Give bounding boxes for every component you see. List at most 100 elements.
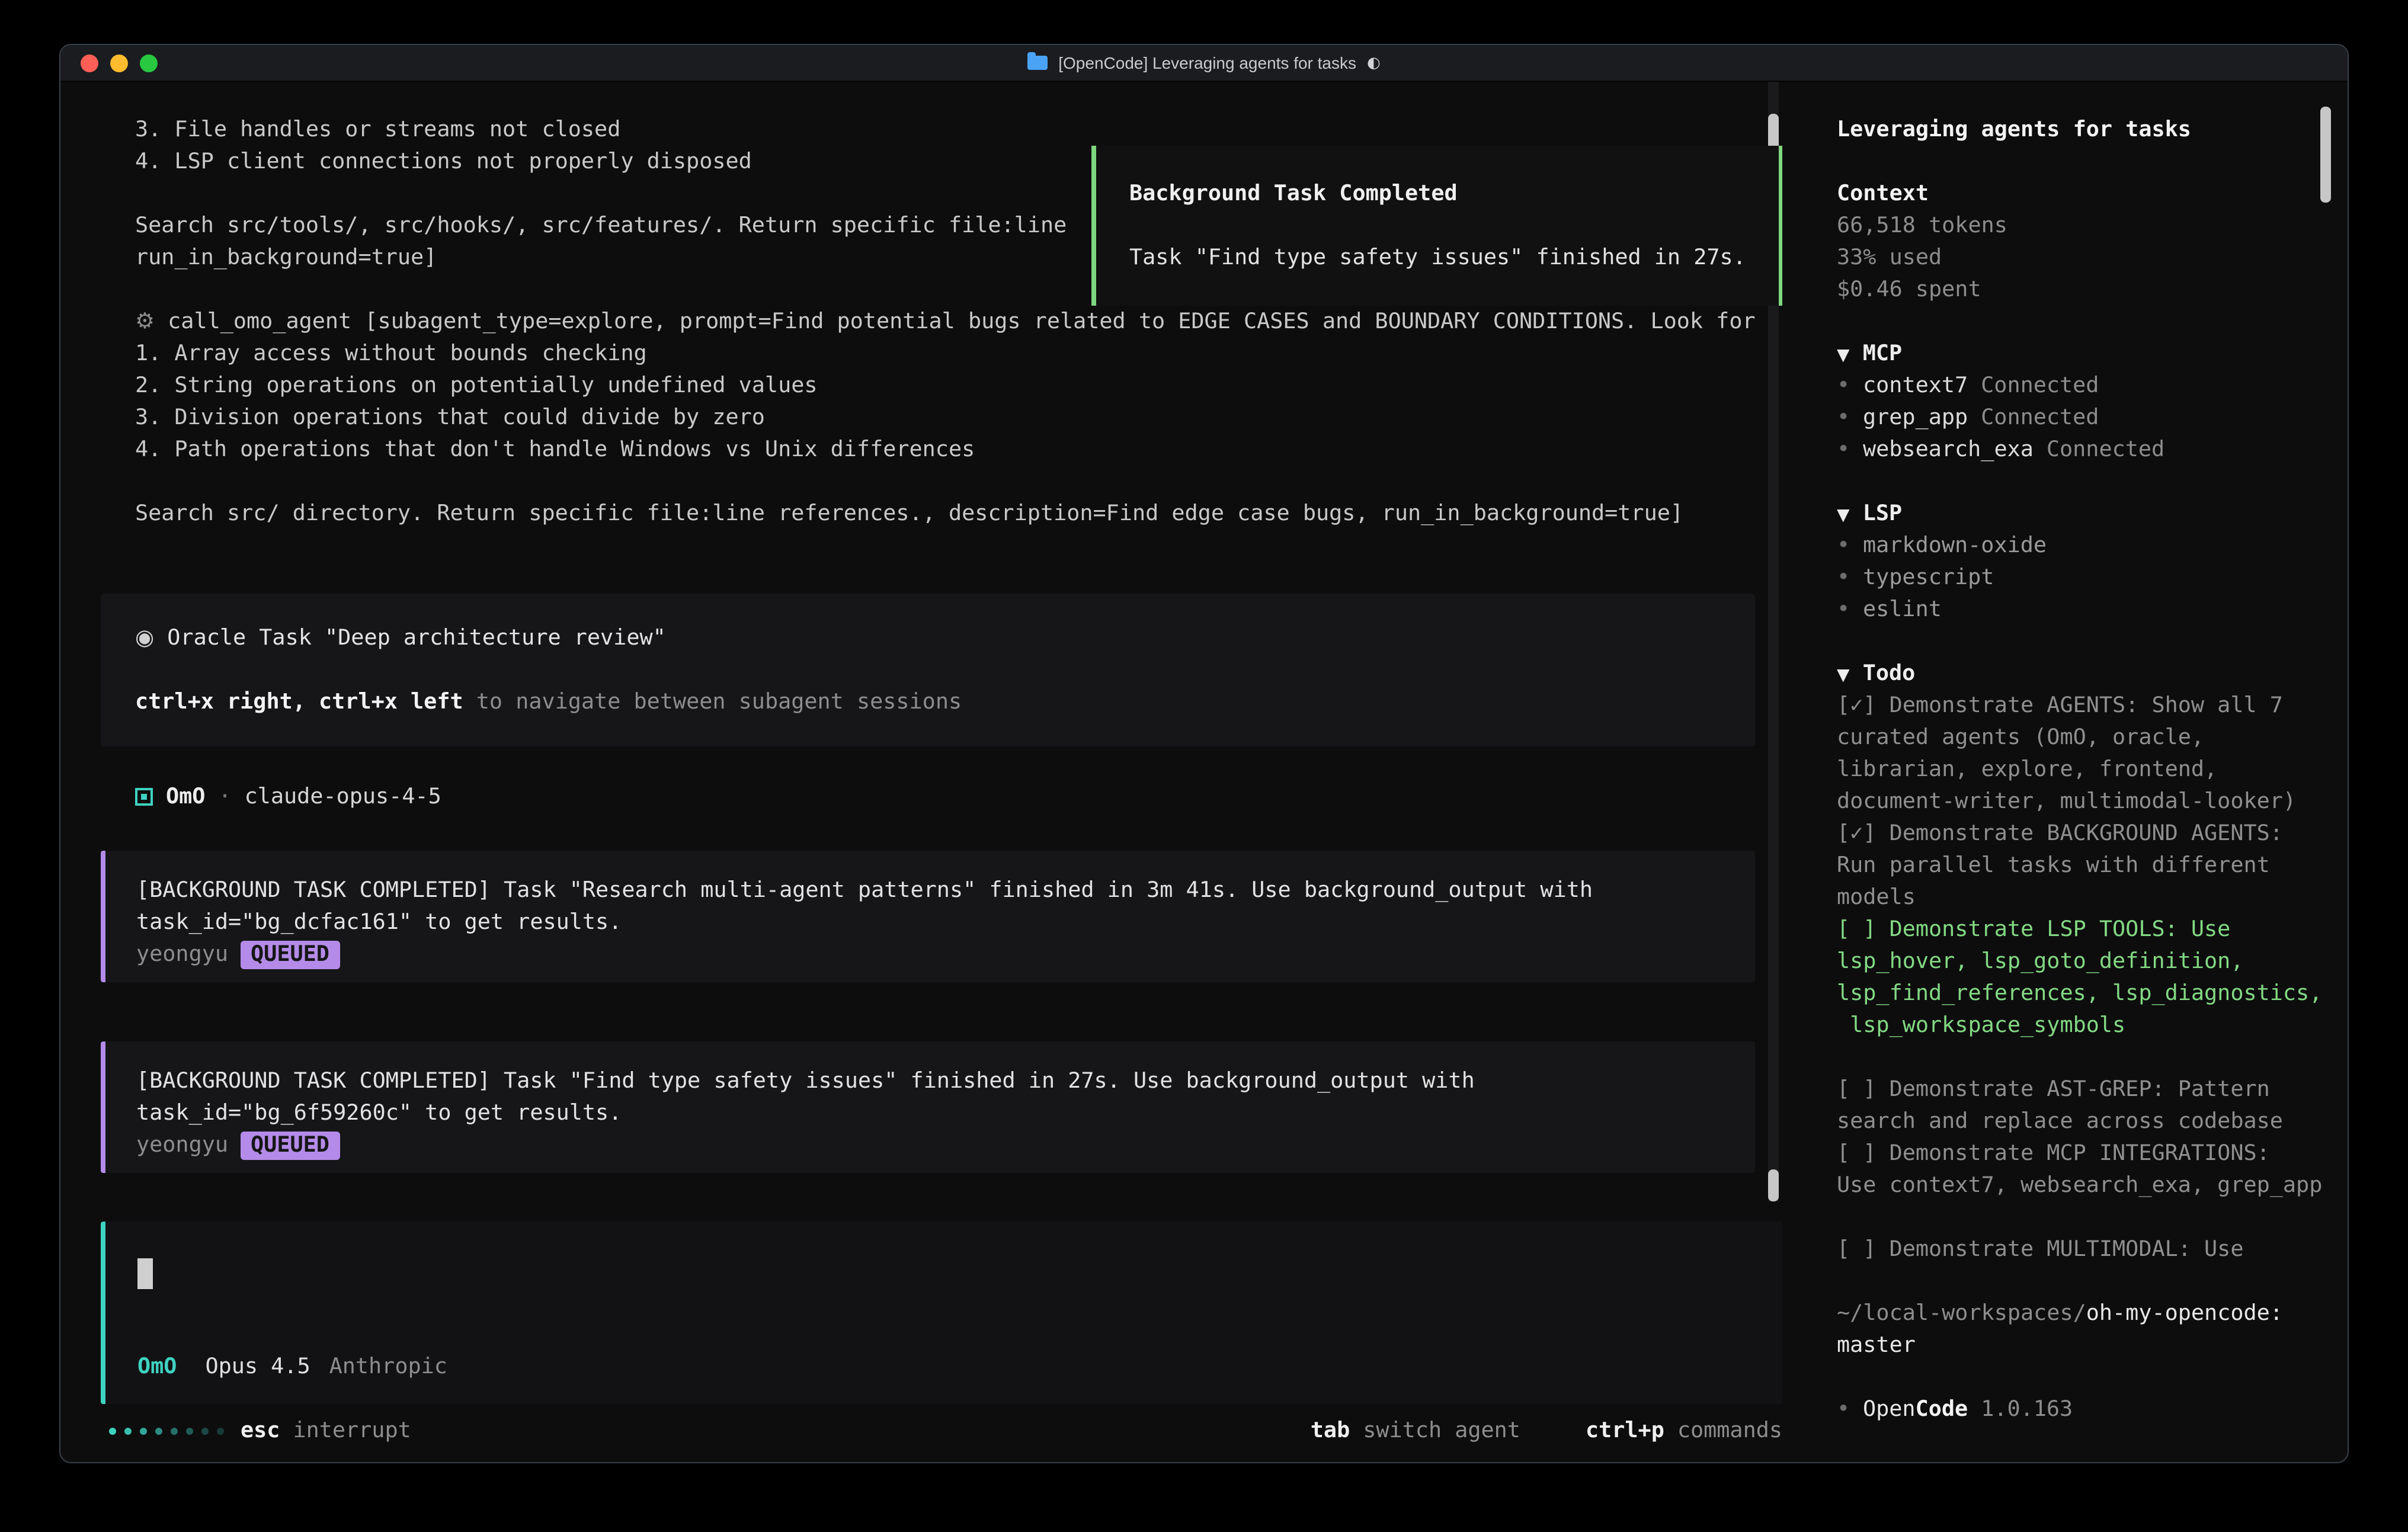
tab-key-hint: tab [1311,1415,1350,1447]
context-tokens: 66,518 tokens [1837,210,2348,242]
app-version: •OpenCode1.0.163 [1837,1393,2348,1425]
todo-line: document-writer, multimodal-looker) [1837,786,2348,818]
todo-line-active: lsp_workspace_symbols [1837,1009,2348,1041]
todo-line: [ ] Demonstrate MULTIMODAL: Use [1837,1233,2348,1265]
message-line: task_id="bg_dcfac161" to get results. [136,906,1755,938]
tool-call-header: ⚙ call_omo_agent [subagent_type=explore,… [135,306,1813,338]
mcp-item: •websearch_exaConnected [1837,434,2348,466]
workspace-branch: master [1837,1329,2348,1361]
bullet-icon: • [1837,530,1863,562]
terminal-window: [OpenCode] Leveraging agents for tasks ◐… [59,44,2349,1463]
bullet-icon: • [1837,434,1863,466]
todo-line-active: lsp_find_references, lsp_diagnostics, [1837,977,2348,1009]
message-line: [BACKGROUND TASK COMPLETED] Task "Resear… [136,874,1755,906]
tool-call-item: 2. String operations on potentially unde… [135,370,1813,402]
chevron-down-icon: ▼ [1837,666,1850,685]
session-title: Leveraging agents for tasks [1837,114,2348,146]
mcp-section-header[interactable]: ▼ MCP [1837,338,2348,370]
fisheye-icon: ◉ [135,626,154,650]
half-moon-icon: ◐ [1367,54,1381,72]
todo-line: Use context7, websearch_exa, grep_app [1837,1169,2348,1201]
lsp-section-header[interactable]: ▼ LSP [1837,498,2348,530]
status-bar: esc interrupt tab switch agent ctrl+p co… [109,1415,1782,1447]
agent-model: claude-opus-4-5 [245,781,441,813]
input-model-name: Opus 4.5 [205,1351,310,1383]
todo-line: [✓] Demonstrate AGENTS: Show all 7 [1837,690,2348,722]
minimize-button[interactable] [110,55,128,72]
todo-line: librarian, explore, frontend, [1837,754,2348,786]
message-author: yeongyu [136,1129,228,1161]
esc-key-hint: esc [241,1415,280,1447]
todo-line-active: [ ] Demonstrate LSP TOOLS: Use [1837,914,2348,946]
background-task-message: [BACKGROUND TASK COMPLETED] Task "Find t… [101,1041,1755,1173]
message-author: yeongyu [136,938,228,970]
output-line: 3. File handles or streams not closed [135,114,1813,146]
message-line: task_id="bg_6f59260c" to get results. [136,1097,1755,1129]
toast-body: Task "Find type safety issues" finished … [1129,242,1779,274]
tool-call-footer: Search src/ directory. Return specific f… [135,498,1813,530]
context-used: 33% used [1837,242,2348,274]
context-spent: $0.46 spent [1837,274,2348,306]
chat-area: Background Task Completed Task "Find typ… [60,82,1813,1462]
todo-line: [ ] Demonstrate MCP INTEGRATIONS: [1837,1137,2348,1169]
gear-icon: ⚙ [135,309,155,334]
message-line: [BACKGROUND TASK COMPLETED] Task "Find t… [136,1065,1755,1097]
zoom-button[interactable] [140,55,158,72]
background-task-toast[interactable]: Background Task Completed Task "Find typ… [1091,146,1782,306]
input-provider-name: Anthropic [329,1351,447,1383]
bullet-icon: • [1837,370,1863,402]
chevron-down-icon: ▼ [1837,346,1850,365]
background-task-message: [BACKGROUND TASK COMPLETED] Task "Resear… [101,851,1755,982]
bullet-icon: • [1837,402,1863,434]
todo-line-active: lsp_hover, lsp_goto_definition, [1837,946,2348,977]
lsp-item: •markdown-oxide [1837,530,2348,562]
mcp-item: •grep_appConnected [1837,402,2348,434]
bullet-icon: • [1837,1393,1863,1425]
prompt-input[interactable]: OmO Opus 4.5 Anthropic [101,1222,1782,1404]
tool-call-item: 4. Path operations that don't handle Win… [135,434,1813,466]
screen: [OpenCode] Leveraging agents for tasks ◐… [0,0,2408,1532]
bullet-icon: • [1837,594,1863,626]
todo-line: Run parallel tasks with different [1837,850,2348,882]
close-button[interactable] [81,55,98,72]
bullet-icon: • [1837,562,1863,594]
session-sidebar: Leveraging agents for tasks Context 66,5… [1813,82,2348,1462]
status-badge: QUEUED [240,1131,340,1159]
status-badge: QUEUED [240,940,340,969]
agent-icon [135,788,153,806]
main-scrollbar-thumb[interactable] [1768,1169,1779,1201]
workspace-path: ~/local-workspaces/oh-my-opencode: [1837,1297,2348,1329]
todo-section-header[interactable]: ▼ Todo [1837,658,2348,690]
tool-call-item: 3. Division operations that could divide… [135,402,1813,434]
window-title: [OpenCode] Leveraging agents for tasks [1058,53,1356,72]
agent-name: OmO [166,781,205,813]
ctrlp-key-hint: ctrl+p [1586,1415,1664,1447]
toast-title: Background Task Completed [1129,178,1779,210]
lsp-item: •eslint [1837,594,2348,626]
todo-line: search and replace across codebase [1837,1105,2348,1137]
subagent-navigation-hint: ctrl+x right, ctrl+x left to navigate be… [135,686,1755,718]
input-agent-name: OmO [137,1351,177,1383]
oracle-task-panel[interactable]: ◉ Oracle Task "Deep architecture review"… [101,594,1755,746]
traffic-lights [81,55,158,72]
tab-key-label: switch agent [1363,1415,1520,1447]
todo-line: [ ] Demonstrate AST-GREP: Pattern [1837,1073,2348,1105]
todo-line: [✓] Demonstrate BACKGROUND AGENTS: [1837,818,2348,850]
tool-call-item: 1. Array access without bounds checking [135,338,1813,370]
titlebar: [OpenCode] Leveraging agents for tasks ◐ [60,45,2348,82]
agent-header: OmO · claude-opus-4-5 [135,781,1813,813]
lsp-item: •typescript [1837,562,2348,594]
esc-key-label: interrupt [293,1415,411,1447]
folder-icon [1027,56,1048,70]
chevron-down-icon: ▼ [1837,506,1850,525]
todo-line: curated agents (OmO, oracle, [1837,722,2348,754]
ctrlp-key-label: commands [1677,1415,1782,1447]
sidebar-scrollbar-thumb[interactable] [2320,107,2331,203]
todo-line: models [1837,882,2348,914]
separator-dot: · [218,781,231,813]
oracle-task-title: Oracle Task "Deep architecture review" [167,626,666,650]
text-cursor [137,1258,153,1289]
mcp-item: •context7Connected [1837,370,2348,402]
context-header: Context [1837,178,2348,210]
spinner-dots [109,1427,224,1434]
